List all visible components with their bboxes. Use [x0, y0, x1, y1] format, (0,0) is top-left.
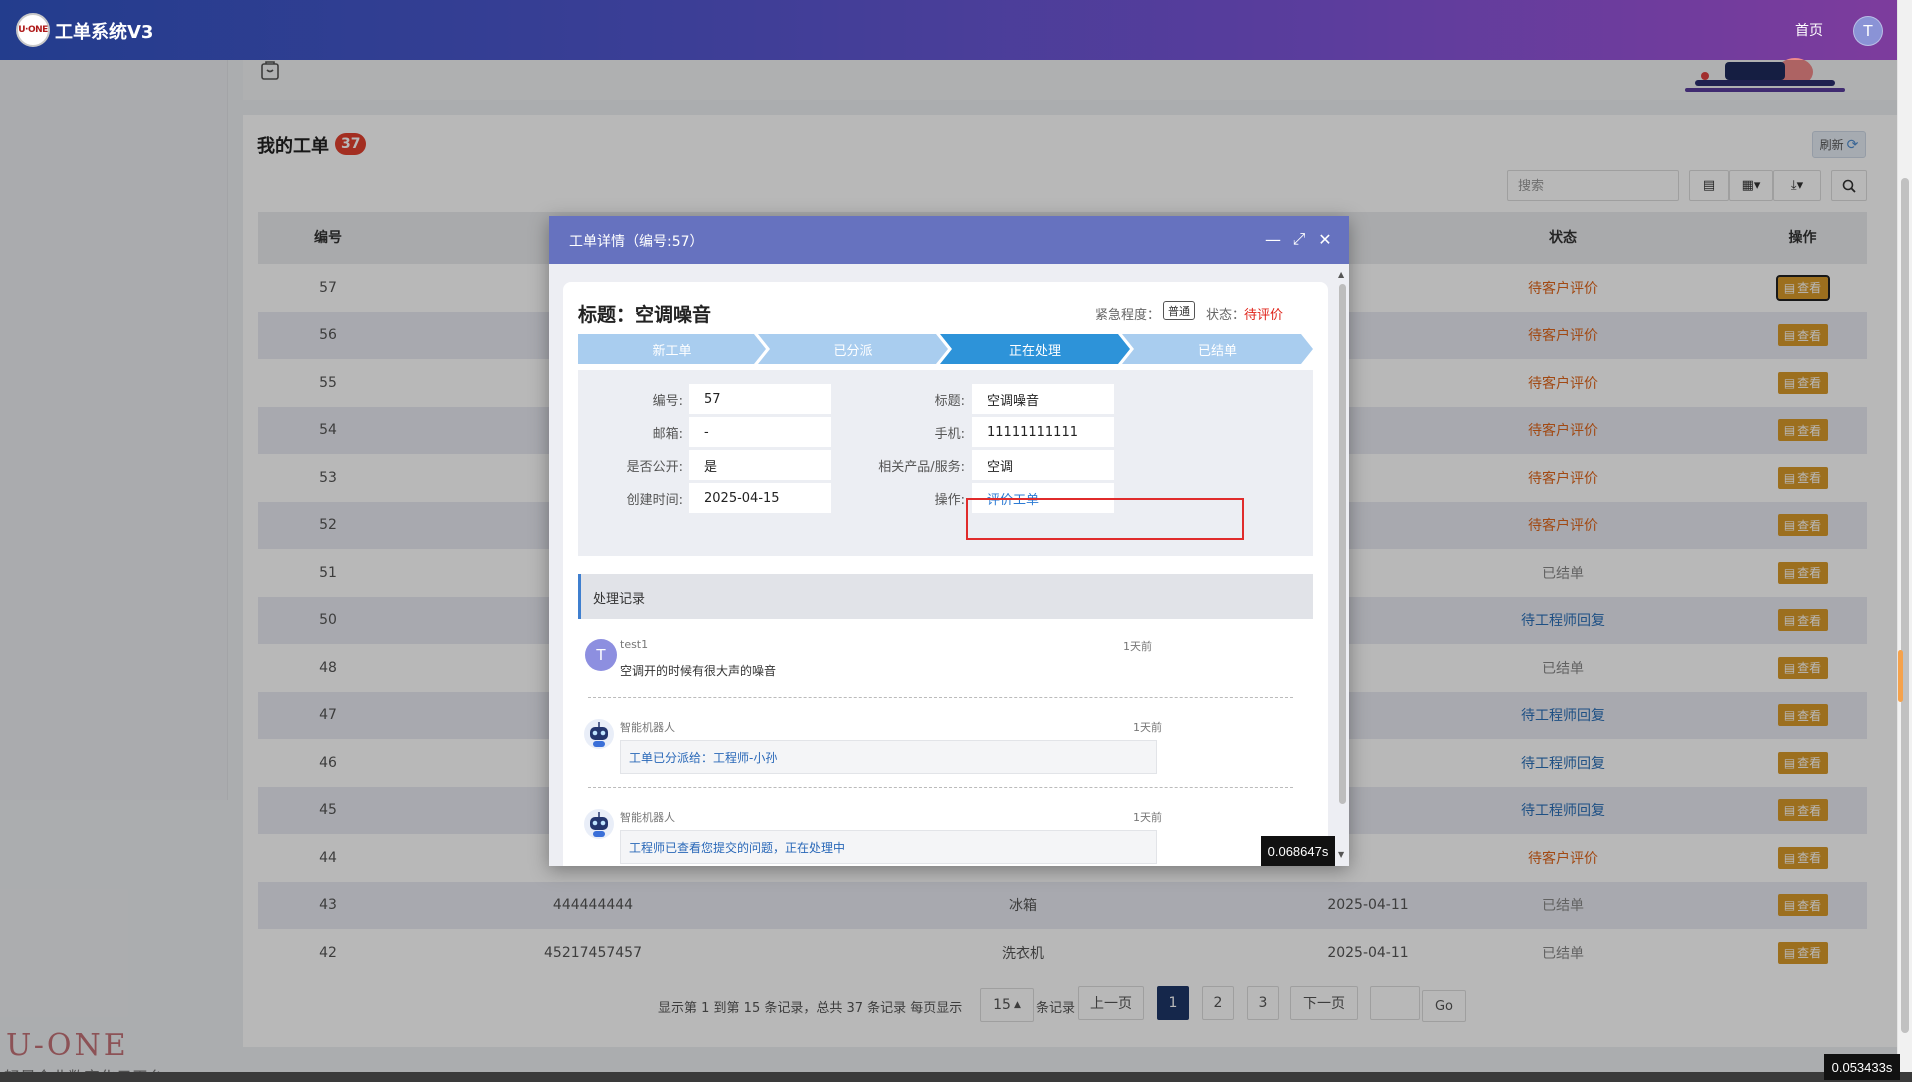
step-processing: 正在处理	[940, 334, 1130, 364]
field-phone-value: 11111111111	[972, 417, 1114, 447]
scroll-up-icon[interactable]: ▲	[1338, 270, 1344, 279]
field-email-label: 邮箱:	[652, 427, 683, 442]
record-time: 1天前	[1133, 721, 1162, 734]
page-timer: 0.053433s	[1824, 1054, 1900, 1080]
records-title: 处理记录	[593, 592, 646, 607]
urgency-label: 紧急程度：	[1095, 308, 1161, 323]
robot-avatar-icon	[584, 809, 614, 839]
record-time: 1天前	[1123, 640, 1152, 653]
record-message: 工单已分派给：工程师-小孙	[620, 740, 1157, 774]
record-author: test1	[620, 638, 649, 651]
urgency-badge: 普通	[1163, 301, 1195, 320]
field-id-label: 编号:	[652, 394, 683, 409]
progress-steps: 新工单 已分派 正在处理 已结单	[578, 334, 1313, 364]
status-value: 待评价	[1244, 308, 1284, 323]
field-action-label: 操作:	[934, 493, 965, 508]
modal-timer: 0.068647s	[1261, 836, 1335, 866]
record-message: 空调开的时候有很大声的噪音	[620, 664, 777, 678]
modal-scroll-thumb[interactable]	[1339, 284, 1346, 804]
step-assigned: 已分派	[758, 334, 948, 364]
bottom-strip	[0, 1072, 1912, 1082]
records-header	[578, 574, 1313, 619]
record-author: 智能机器人	[620, 811, 675, 824]
record-time: 1天前	[1133, 811, 1162, 824]
page-scroll-thumb[interactable]	[1901, 178, 1909, 1033]
field-id-value: 57	[689, 384, 831, 414]
field-title-label: 标题:	[934, 394, 965, 409]
app-title: 工单系统V3	[55, 22, 154, 43]
modal-scrollbar[interactable]: ▲ ▼	[1336, 268, 1349, 866]
ticket-title: 标题：空调噪音	[578, 304, 712, 326]
page-scrollbar[interactable]	[1897, 0, 1912, 1072]
logo: U·ONE	[16, 13, 50, 47]
maximize-icon[interactable]: ⤢	[1288, 228, 1310, 250]
record-avatar: T	[585, 639, 617, 671]
close-icon[interactable]: ✕	[1314, 228, 1336, 250]
nav-home-link[interactable]: 首页	[1795, 20, 1823, 40]
record-author: 智能机器人	[620, 721, 675, 734]
step-closed: 已结单	[1122, 334, 1313, 364]
user-avatar[interactable]: T	[1853, 16, 1883, 46]
record-divider	[588, 787, 1293, 788]
field-created-value: 2025-04-15	[689, 483, 831, 513]
ticket-detail-modal: 工单详情（编号:57） — ⤢ ✕ 标题：空调噪音 紧急程度： 普通 状态： 待…	[549, 216, 1349, 866]
scroll-down-icon[interactable]: ▼	[1338, 850, 1344, 859]
highlight-box	[966, 498, 1244, 540]
field-product-label: 相关产品/服务:	[878, 460, 965, 475]
field-email-value: -	[689, 417, 831, 447]
field-created-label: 创建时间:	[626, 493, 683, 508]
robot-avatar-icon	[584, 719, 614, 749]
field-phone-label: 手机:	[934, 427, 965, 442]
record-message: 工程师已查看您提交的问题，正在处理中	[620, 830, 1157, 864]
minimize-icon[interactable]: —	[1262, 228, 1284, 250]
record-divider	[588, 697, 1293, 698]
modal-header: 工单详情（编号:57） — ⤢ ✕	[549, 216, 1349, 264]
field-title-value: 空调噪音	[972, 384, 1114, 414]
step-new: 新工单	[578, 334, 766, 364]
field-public-label: 是否公开:	[626, 460, 683, 475]
modal-title: 工单详情（编号:57）	[569, 234, 704, 250]
ticket-detail-panel: 标题：空调噪音 紧急程度： 普通 状态： 待评价 新工单 已分派 正在处理 已结…	[563, 282, 1328, 866]
status-label: 状态：	[1206, 308, 1246, 323]
top-navbar: U·ONE 工单系统V3 首页 T	[0, 0, 1897, 60]
side-tab-handle[interactable]	[1898, 650, 1903, 702]
field-product-value: 空调	[972, 450, 1114, 480]
field-public-value: 是	[689, 450, 831, 480]
